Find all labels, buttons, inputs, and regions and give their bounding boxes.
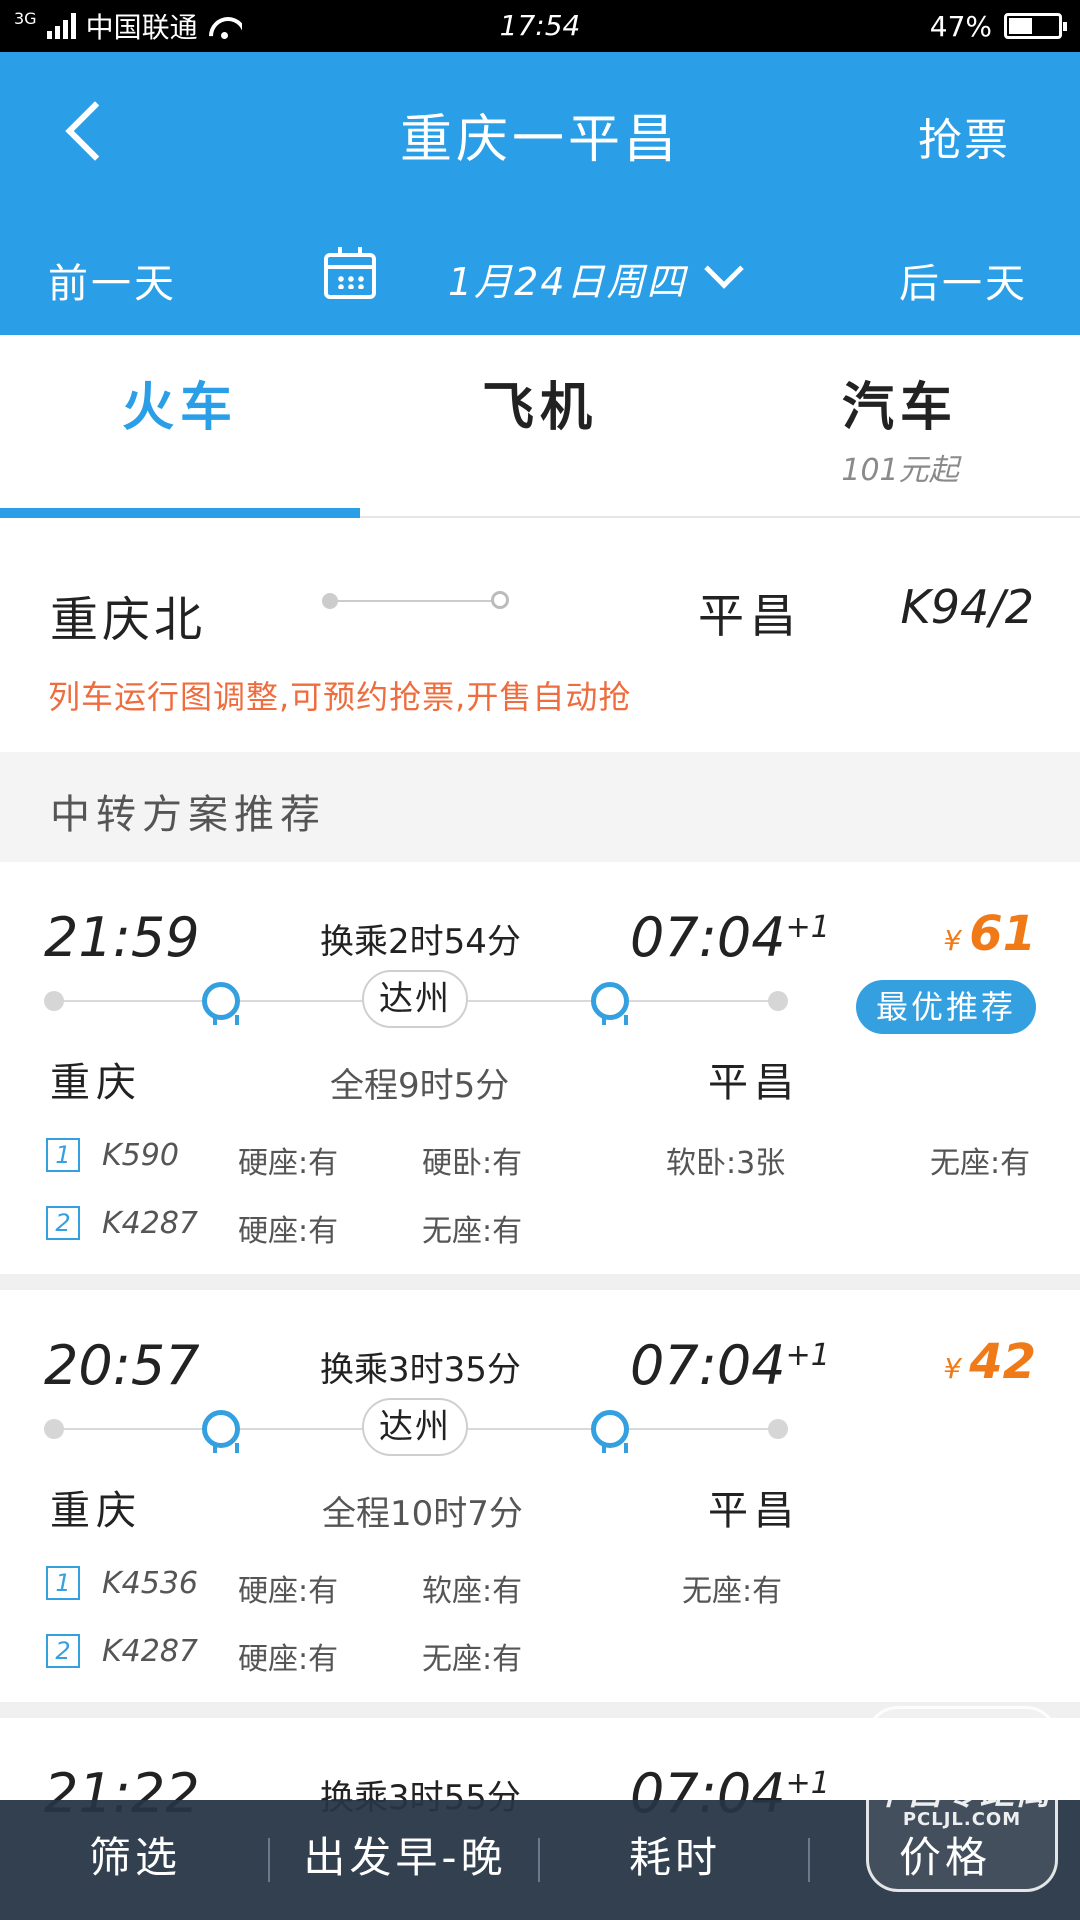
route-start-dot (44, 991, 64, 1011)
seat-status: 无座:有 (682, 1574, 783, 1609)
via-station: 达州 (362, 1398, 468, 1456)
watermark-title: 平昌零距离 (872, 1773, 1052, 1813)
leg-row: 2 K4287 硬座:有 无座:有 (0, 1626, 1080, 1677)
leg-row: 2 K4287 硬座:有 无座:有 (0, 1198, 1080, 1249)
tab-bus[interactable]: 汽车 (720, 365, 1080, 440)
day-offset: +1 (785, 1338, 830, 1373)
seat-status: 硬座:有 (238, 1574, 339, 1609)
direct-train-card[interactable]: 重庆北 平昌 K94/2 列车运行图调整,可预约抢票,开售自动抢 (0, 532, 1080, 752)
train-station-icon (202, 982, 240, 1025)
chevron-down-icon[interactable] (704, 249, 744, 289)
leg-number: 1 (46, 1138, 80, 1172)
train-station-icon (202, 1410, 240, 1453)
route-end-dot (768, 1419, 788, 1439)
route-end-dot (768, 991, 788, 1011)
leg-row: 1 K590 硬座:有 硬卧:有 软卧:3张 无座:有 (0, 1130, 1080, 1181)
date-row: 前一天 1月24日周四 后一天 (0, 237, 1080, 327)
train-number: K4287 (102, 1206, 199, 1241)
direct-to-station: 平昌 (698, 589, 802, 643)
day-offset: +1 (785, 910, 830, 945)
card-separator (0, 1274, 1080, 1290)
battery-percent: 47% (929, 9, 992, 43)
battery-icon (1004, 13, 1067, 39)
seat-status: 硬座:有 (238, 1146, 339, 1181)
train-number: K4287 (102, 1634, 199, 1669)
total-duration: 全程10时7分 (322, 1494, 523, 1534)
tab-train[interactable]: 火车 (0, 365, 360, 440)
seat-status: 硬卧:有 (422, 1146, 523, 1181)
active-tab-indicator (0, 508, 360, 518)
transfer-wait: 换乘2时54分 (320, 922, 521, 962)
best-recommend-badge: 最优推荐 (856, 980, 1036, 1034)
day-offset: +1 (785, 1766, 830, 1801)
total-duration: 全程9时5分 (330, 1066, 510, 1106)
price: ¥42 (943, 1334, 1036, 1390)
from-station: 重庆 (50, 1488, 142, 1534)
route-end-dot (491, 591, 509, 609)
seat-status: 软卧:3张 (666, 1146, 786, 1181)
section-title: 中转方案推荐 (50, 792, 326, 838)
direct-train-number: K94/2 (900, 580, 1034, 634)
depart-time: 21:59 (44, 906, 200, 969)
leg-number: 2 (46, 1634, 80, 1668)
sort-departure-button[interactable]: 出发早-晚 (270, 1800, 540, 1920)
watermark-logo: 平昌零距离 PCLJL.COM (866, 1706, 1058, 1892)
next-day-button[interactable]: 后一天 (899, 251, 1028, 309)
transfer-wait: 换乘3时35分 (320, 1350, 521, 1390)
filter-button[interactable]: 筛选 (0, 1800, 270, 1920)
transfer-section-header: 中转方案推荐 (0, 752, 1080, 862)
via-station: 达州 (362, 970, 468, 1028)
transport-tabs: 火车 飞机 汽车 101元起 (0, 335, 1080, 518)
route-start-dot (322, 593, 338, 609)
transfer-card[interactable]: 20:57 换乘3时35分 07:04+1 ¥42 达州 重庆 全程10时7分 … (0, 1290, 1080, 1702)
date-selector[interactable]: 1月24日周四 (448, 251, 687, 306)
train-number: K590 (102, 1138, 179, 1173)
clock: 17:54 (499, 9, 581, 42)
calendar-icon[interactable] (324, 247, 376, 299)
leg-row: 1 K4536 硬座:有 软座:有 无座:有 (0, 1558, 1080, 1609)
from-station: 重庆 (50, 1060, 142, 1106)
route-diagram: 达州 (44, 1398, 794, 1458)
prev-day-button[interactable]: 前一天 (48, 251, 177, 309)
seat-status: 软座:有 (422, 1574, 523, 1609)
transfer-card[interactable]: 21:59 换乘2时54分 07:04+1 ¥61 达州 最优推荐 重庆 全程9… (0, 862, 1080, 1274)
seat-status: 无座:有 (422, 1214, 523, 1249)
to-station: 平昌 (708, 1488, 800, 1534)
seat-status: 硬座:有 (238, 1642, 339, 1677)
leg-number: 1 (46, 1566, 80, 1600)
tab-plane[interactable]: 飞机 (360, 365, 720, 440)
grab-ticket-button[interactable]: 抢票 (918, 104, 1010, 168)
route-start-dot (44, 1419, 64, 1439)
seat-status: 硬座:有 (238, 1214, 339, 1249)
to-station: 平昌 (708, 1060, 800, 1106)
train-station-icon (591, 982, 629, 1025)
seat-status: 无座:有 (930, 1146, 1031, 1181)
train-number: K4536 (102, 1566, 199, 1601)
direct-from-station: 重庆北 (50, 592, 207, 648)
train-station-icon (591, 1410, 629, 1453)
header: 重庆一平昌 抢票 前一天 1月24日周四 后一天 (0, 52, 1080, 335)
bus-price-hint: 101元起 (841, 453, 959, 488)
schedule-notice: 列车运行图调整,可预约抢票,开售自动抢 (48, 678, 632, 716)
leg-number: 2 (46, 1206, 80, 1240)
route-diagram: 达州 (44, 970, 794, 1030)
arrive-time: 07:04+1 (630, 1334, 830, 1397)
price: ¥61 (943, 906, 1036, 962)
status-bar: 3G 中国联通 17:54 47% (0, 0, 1080, 52)
arrive-time: 07:04+1 (630, 906, 830, 969)
status-right: 47% (929, 0, 1067, 52)
seat-status: 无座:有 (422, 1642, 523, 1677)
sort-duration-button[interactable]: 耗时 (540, 1800, 810, 1920)
direct-route-line (330, 600, 500, 602)
watermark-url: PCLJL.COM (902, 1809, 1022, 1830)
depart-time: 20:57 (44, 1334, 200, 1397)
